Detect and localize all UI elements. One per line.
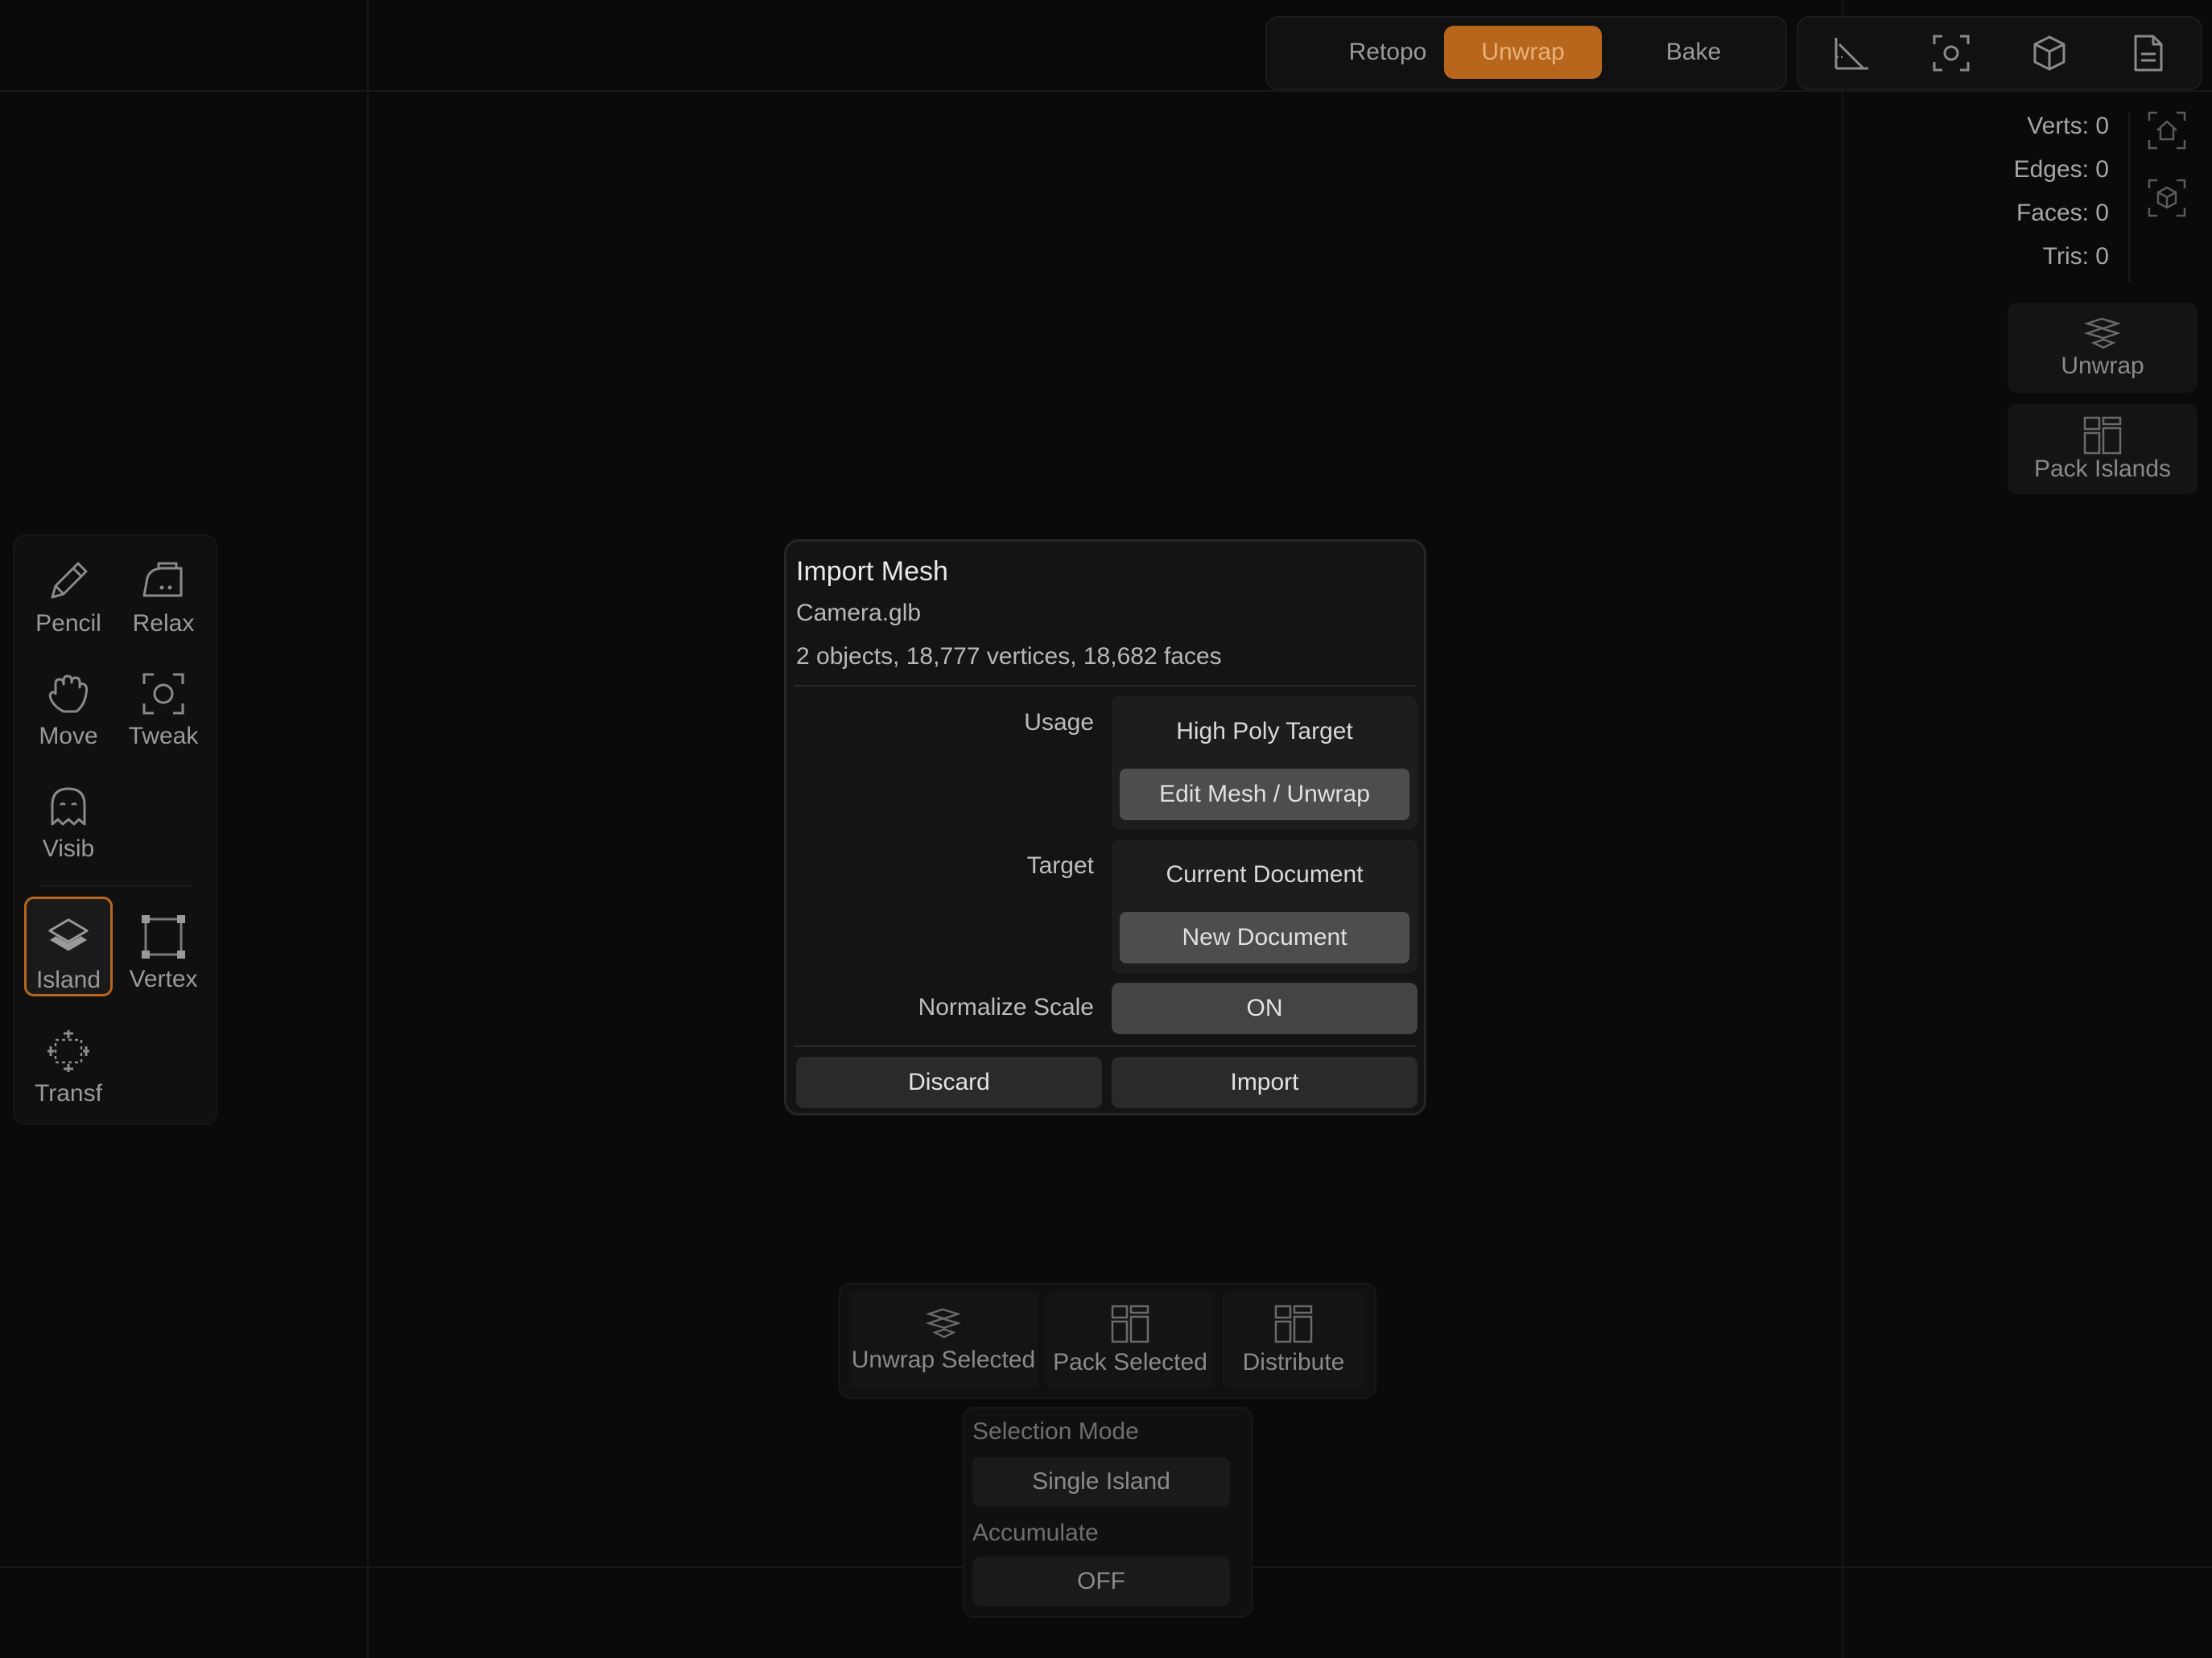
target-selector: Current Document New Document <box>1112 839 1418 973</box>
unwrap-button-label: Unwrap <box>2061 353 2144 379</box>
tool-visib-label: Visib <box>42 835 95 862</box>
tool-pencil[interactable]: Pencil <box>24 541 113 641</box>
pack-islands-button[interactable]: Pack Islands <box>2008 404 2198 494</box>
tool-tweak-label: Tweak <box>128 723 199 749</box>
tool-vertex-label: Vertex <box>129 966 198 992</box>
mode-switcher: Retopo Unwrap Bake <box>1265 16 1787 90</box>
tool-island[interactable]: Island <box>24 897 113 996</box>
layers-icon <box>48 918 89 951</box>
dialog-title: Import Mesh <box>796 556 948 587</box>
stats-divider <box>2128 113 2130 282</box>
tool-relax[interactable]: Relax <box>119 541 208 641</box>
viewport-guide-top <box>0 90 2212 92</box>
angle-icon[interactable] <box>1827 29 1876 77</box>
unwrap-icon <box>925 1308 962 1338</box>
dialog-divider-bottom <box>794 1046 1416 1047</box>
import-button[interactable]: Import <box>1112 1057 1418 1108</box>
stat-verts: Verts: 0 <box>2027 113 2109 139</box>
stat-faces: Faces: 0 <box>2016 200 2109 226</box>
pack-islands-button-label: Pack Islands <box>2033 456 2172 482</box>
distribute-icon <box>1274 1305 1313 1343</box>
tool-visib[interactable]: Visib <box>24 766 113 866</box>
distribute-label: Distribute <box>1242 1349 1345 1375</box>
frame-cube-icon[interactable] <box>2146 177 2188 219</box>
unwrap-selected-label: Unwrap Selected <box>851 1347 1036 1373</box>
distribute-button[interactable]: Distribute <box>1222 1291 1365 1389</box>
stat-edges: Edges: 0 <box>2013 156 2109 183</box>
selection-mode-label: Selection Mode <box>972 1418 1139 1445</box>
island-actions-bar: Unwrap Selected Pack Selected Distribute <box>839 1283 1376 1399</box>
transform-icon <box>47 1030 89 1072</box>
tweak-target-icon <box>142 673 184 715</box>
view-toolbar <box>1797 16 2202 90</box>
hand-icon <box>48 674 89 713</box>
unwrap-selected-button[interactable]: Unwrap Selected <box>848 1291 1038 1389</box>
vertex-icon <box>142 915 185 959</box>
tool-transf-label: Transf <box>35 1080 102 1107</box>
selection-options-panel: Selection Mode Single Island Accumulate … <box>963 1407 1253 1618</box>
frame-focus-icon[interactable] <box>1927 29 1975 77</box>
accumulate-toggle[interactable]: OFF <box>972 1557 1230 1606</box>
tool-divider <box>39 885 192 887</box>
tool-vertex[interactable]: Vertex <box>119 897 208 996</box>
tool-palette: Pencil Relax Move Tweak Visib Island Ver… <box>13 534 217 1125</box>
pencil-icon <box>51 562 88 599</box>
tool-move[interactable]: Move <box>24 654 113 753</box>
viewport-guide-left <box>367 0 369 1658</box>
selection-mode-dropdown[interactable]: Single Island <box>972 1457 1230 1507</box>
viewport-guide-right <box>1842 0 1843 1658</box>
usage-label: Usage <box>1024 709 1094 736</box>
dialog-divider-top <box>794 685 1416 687</box>
mode-tab-retopo[interactable]: Retopo <box>1309 26 1467 79</box>
usage-option-high-poly-target[interactable]: High Poly Target <box>1120 706 1409 757</box>
stat-tris: Tris: 0 <box>2042 243 2109 270</box>
import-mesh-dialog: Import Mesh Camera.glb 2 objects, 18,777… <box>784 539 1426 1116</box>
dialog-summary: 2 objects, 18,777 vertices, 18,682 faces <box>796 643 1222 670</box>
dialog-filename: Camera.glb <box>796 600 922 626</box>
pack-islands-icon <box>2083 416 2122 455</box>
normalize-scale-label: Normalize Scale <box>918 994 1094 1021</box>
discard-button[interactable]: Discard <box>796 1057 1102 1108</box>
tool-tweak[interactable]: Tweak <box>119 654 208 753</box>
target-option-current-document[interactable]: Current Document <box>1120 849 1409 901</box>
tool-transf[interactable]: Transf <box>24 1011 113 1111</box>
usage-option-edit-mesh-unwrap[interactable]: Edit Mesh / Unwrap <box>1120 769 1409 820</box>
target-option-new-document[interactable]: New Document <box>1120 912 1409 963</box>
unwrap-button[interactable]: Unwrap <box>2008 303 2198 393</box>
pack-icon <box>1111 1305 1149 1343</box>
cube-icon[interactable] <box>2025 29 2074 77</box>
tool-island-label: Island <box>35 967 101 993</box>
home-view-icon[interactable] <box>2146 109 2188 151</box>
accumulate-label: Accumulate <box>972 1520 1099 1546</box>
unwrap-icon <box>2083 317 2122 349</box>
tool-pencil-label: Pencil <box>35 610 101 637</box>
pack-selected-button[interactable]: Pack Selected <box>1045 1291 1215 1389</box>
mode-tab-bake[interactable]: Bake <box>1615 26 1772 79</box>
tool-move-label: Move <box>39 723 98 749</box>
tool-relax-label: Relax <box>132 610 195 637</box>
iron-icon <box>142 562 183 597</box>
document-icon[interactable] <box>2123 29 2172 77</box>
mode-tab-unwrap[interactable]: Unwrap <box>1444 26 1602 79</box>
usage-selector: High Poly Target Edit Mesh / Unwrap <box>1112 696 1418 830</box>
pack-selected-label: Pack Selected <box>1053 1349 1207 1375</box>
target-label: Target <box>1026 852 1094 879</box>
ghost-icon <box>51 787 86 826</box>
normalize-scale-toggle[interactable]: ON <box>1112 983 1418 1034</box>
